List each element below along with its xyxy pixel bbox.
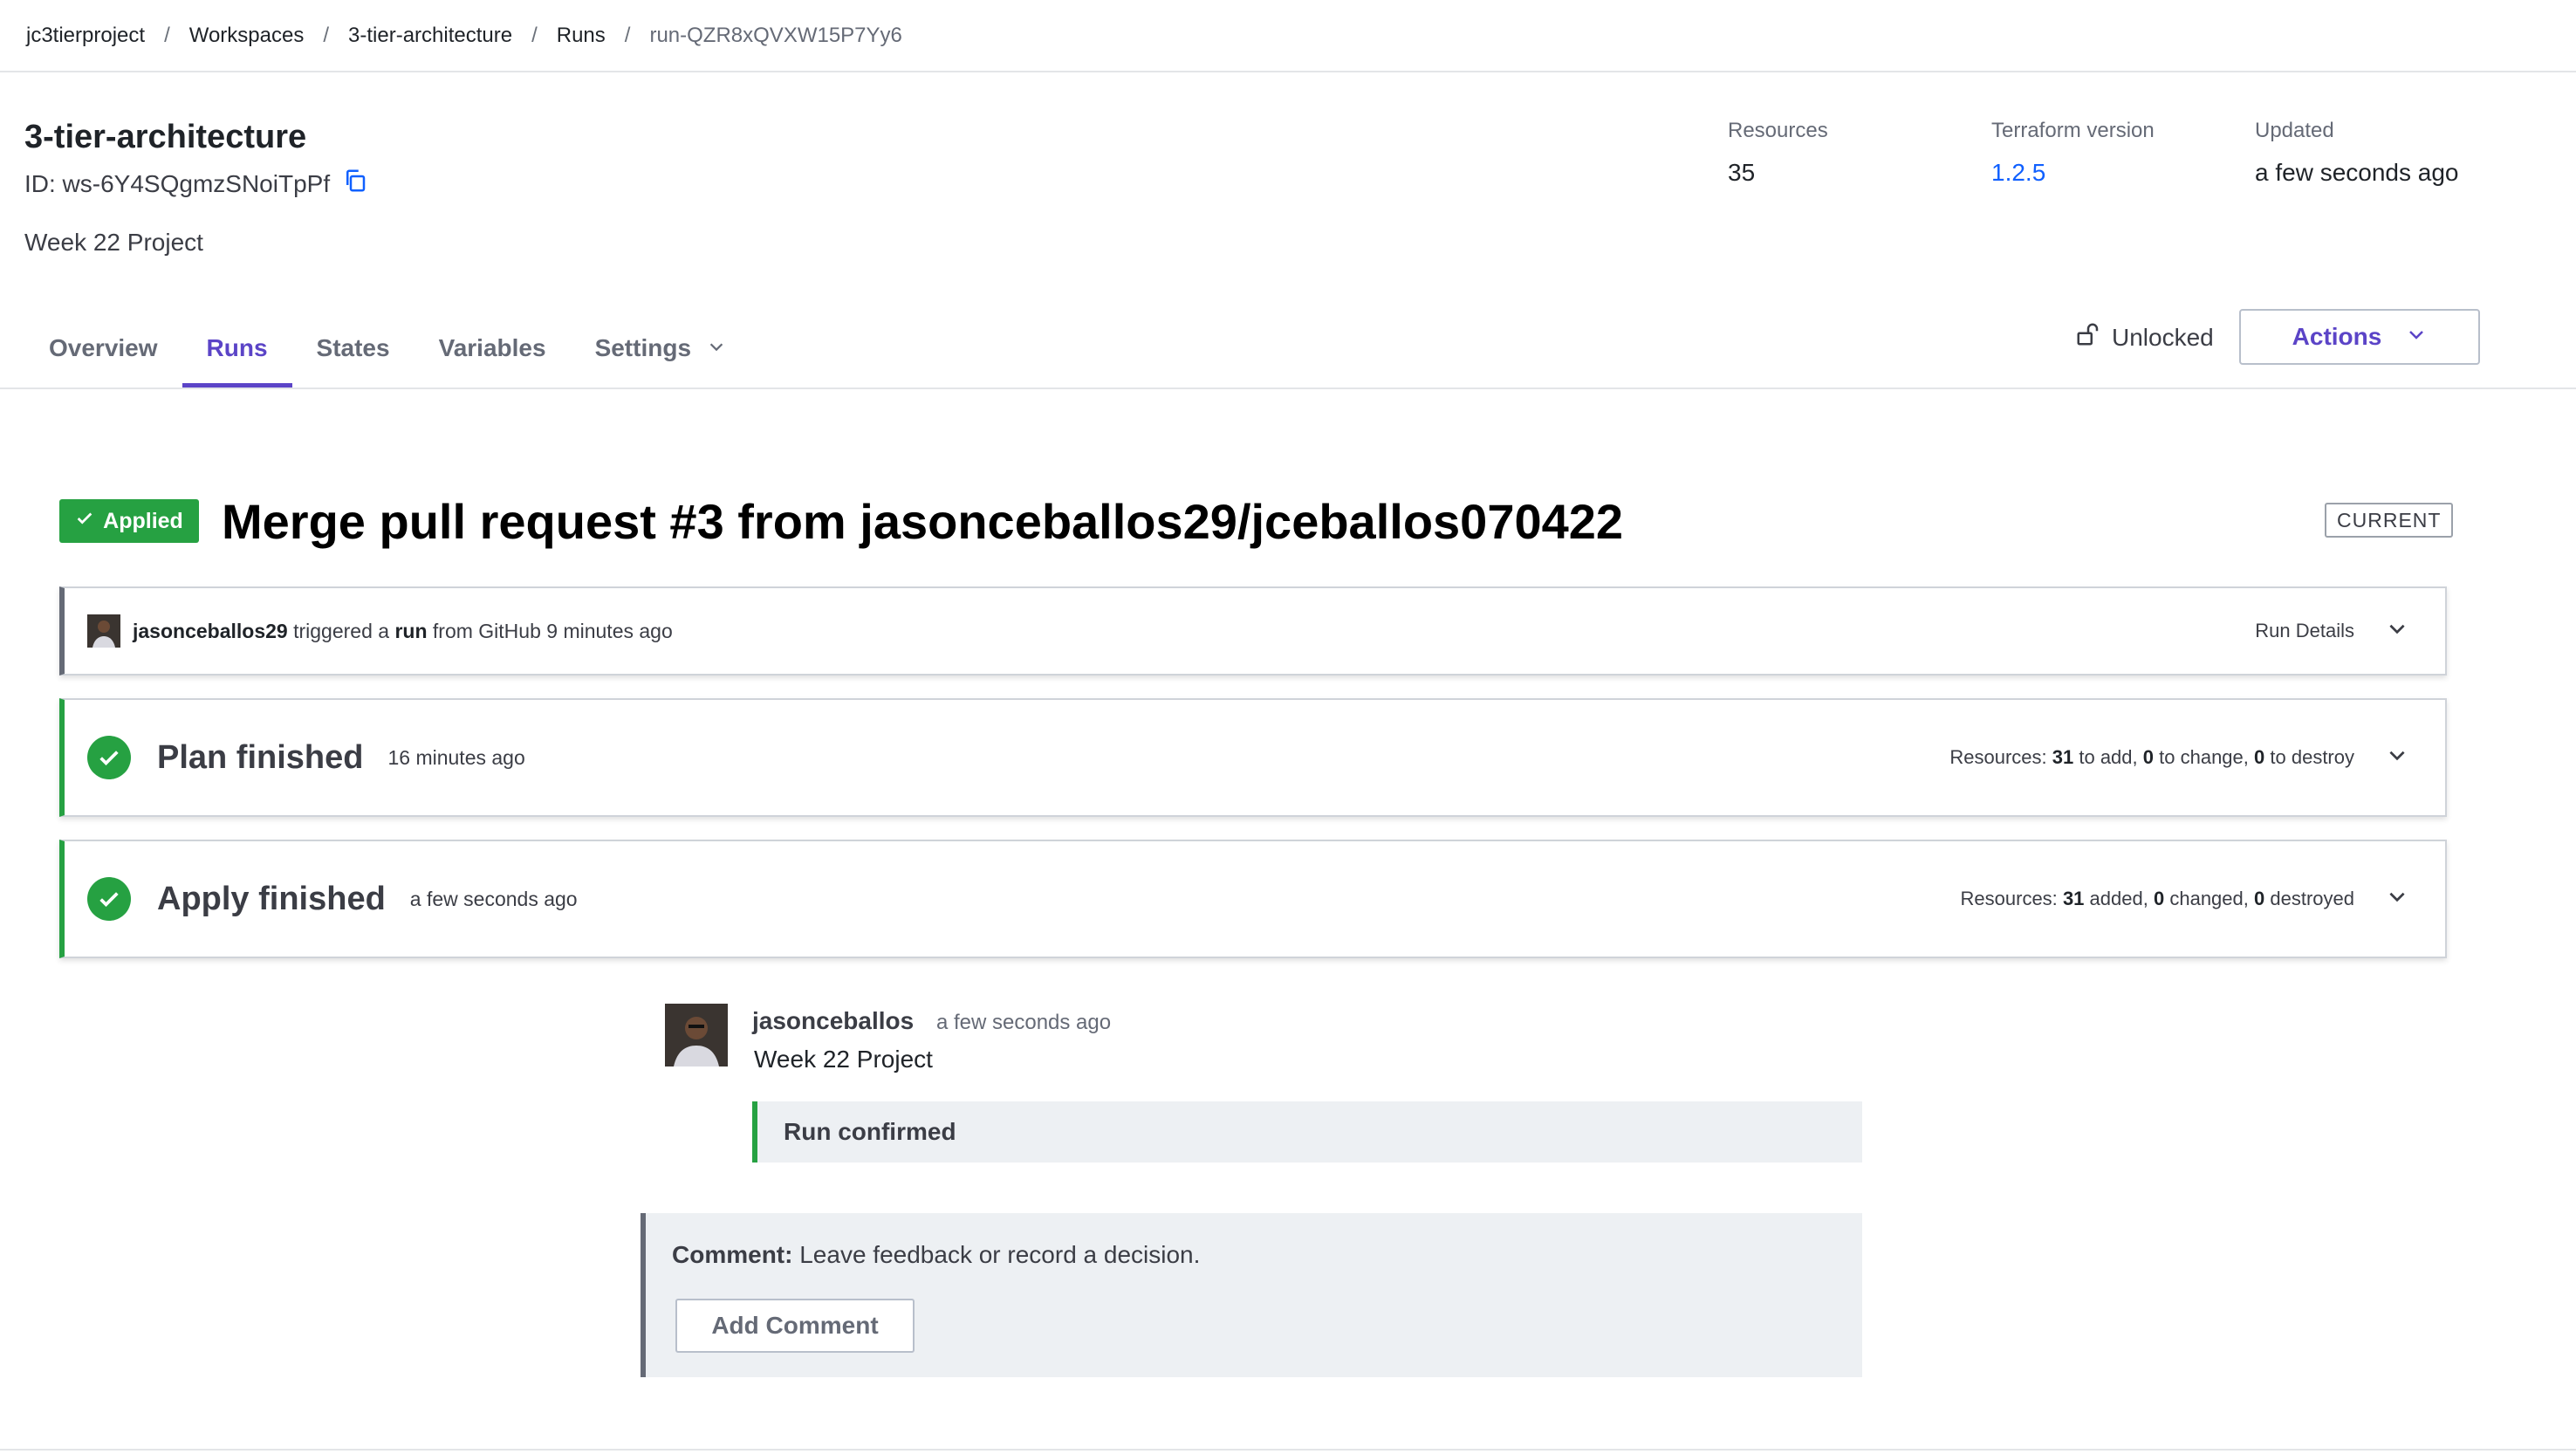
run-trigger-card[interactable]: jasonceballos29 triggered a run from Git… bbox=[59, 586, 2447, 676]
tab-states[interactable]: States bbox=[292, 312, 414, 388]
plan-destroy-text: to destroy bbox=[2270, 746, 2354, 768]
chevron-down-icon bbox=[2386, 617, 2408, 645]
plan-summary: Resources: 31 to add, 0 to change, 0 to … bbox=[1949, 700, 2408, 815]
tab-settings[interactable]: Settings bbox=[571, 312, 750, 388]
breadcrumb-separator: / bbox=[164, 23, 170, 47]
breadcrumb-separator: / bbox=[323, 23, 330, 47]
apply-card[interactable]: Apply finished a few seconds ago Resourc… bbox=[59, 840, 2447, 958]
tab-variables[interactable]: Variables bbox=[414, 312, 571, 388]
check-circle-icon bbox=[87, 736, 131, 779]
breadcrumb: jc3tierproject / Workspaces / 3-tier-arc… bbox=[0, 0, 2576, 72]
plan-add-count: 31 bbox=[2052, 746, 2074, 768]
apply-res-prefix: Resources: bbox=[1960, 888, 2058, 909]
plan-card[interactable]: Plan finished 16 minutes ago Resources: … bbox=[59, 698, 2447, 817]
apply-destroyed-text: destroyed bbox=[2270, 888, 2354, 909]
comment-time: a few seconds ago bbox=[935, 1011, 1112, 1034]
actions-button[interactable]: Actions bbox=[2239, 309, 2480, 365]
plan-change-text: to change, bbox=[2159, 746, 2249, 768]
apply-time: a few seconds ago bbox=[409, 887, 578, 910]
actions-label: Actions bbox=[2292, 323, 2382, 350]
plan-res-prefix: Resources: bbox=[1949, 746, 2047, 768]
run-details-toggle[interactable]: Run Details bbox=[2255, 588, 2408, 674]
breadcrumb-separator: / bbox=[624, 23, 631, 47]
workspace-description: Week 22 Project bbox=[24, 229, 203, 256]
meta-resources-value: 35 bbox=[1728, 159, 1756, 186]
trigger-text: jasonceballos29 triggered a run from Git… bbox=[133, 620, 673, 643]
comment-label: Comment: bbox=[672, 1241, 793, 1268]
tab-overview[interactable]: Overview bbox=[24, 312, 182, 388]
tab-overview-label: Overview bbox=[49, 333, 158, 361]
current-badge: CURRENT bbox=[2325, 503, 2454, 538]
meta-terraform-version: Terraform version 1.2.5 bbox=[1991, 119, 2155, 187]
avatar bbox=[665, 1004, 728, 1066]
comment-text: Week 22 Project bbox=[754, 1046, 933, 1073]
workspace-id-text: ID: ws-6Y4SQgmzSNoiTpPf bbox=[24, 169, 331, 197]
plan-resources: Resources: 31 to add, 0 to change, 0 to … bbox=[1949, 746, 2354, 769]
comment-author-name: jasonceballos bbox=[752, 1007, 915, 1034]
trigger-user[interactable]: jasonceballos29 bbox=[133, 620, 288, 642]
meta-terraform-value[interactable]: 1.2.5 bbox=[1991, 159, 2155, 187]
workspace-id: ID: ws-6Y4SQgmzSNoiTpPf bbox=[24, 168, 368, 200]
status-badge-label: Applied bbox=[103, 508, 183, 533]
meta-updated-label: Updated bbox=[2255, 119, 2334, 142]
tab-variables-label: Variables bbox=[438, 333, 546, 361]
run-confirmed-banner: Run confirmed bbox=[752, 1101, 1862, 1163]
apply-resources: Resources: 31 added, 0 changed, 0 destro… bbox=[1961, 888, 2354, 910]
comment-author: jasonceballos a few seconds ago bbox=[752, 1007, 1111, 1035]
breadcrumb-org[interactable]: jc3tierproject bbox=[26, 24, 145, 48]
unlock-icon bbox=[2075, 321, 2101, 353]
check-icon bbox=[75, 509, 94, 534]
trigger-text-1: triggered a bbox=[293, 619, 390, 642]
apply-added-text: added, bbox=[2089, 888, 2148, 909]
new-comment-box: Comment: Leave feedback or record a deci… bbox=[641, 1213, 1862, 1377]
add-comment-button[interactable]: Add Comment bbox=[675, 1299, 915, 1353]
plan-add-text: to add, bbox=[2079, 746, 2138, 768]
breadcrumb-run-id: run-QZR8xQVXW15P7Yy6 bbox=[649, 23, 902, 47]
tab-states-label: States bbox=[316, 333, 390, 361]
chevron-down-icon[interactable] bbox=[2386, 885, 2408, 913]
apply-title: Apply finished bbox=[157, 880, 386, 917]
tab-runs-label: Runs bbox=[206, 333, 268, 361]
lock-status[interactable]: Unlocked bbox=[2075, 321, 2214, 353]
tab-settings-label: Settings bbox=[594, 333, 692, 361]
breadcrumb-runs[interactable]: Runs bbox=[557, 24, 606, 48]
breadcrumb-workspaces[interactable]: Workspaces bbox=[189, 24, 305, 48]
meta-updated: Updated a few seconds ago bbox=[2255, 119, 2459, 187]
run-heading: Applied Merge pull request #3 from jason… bbox=[59, 489, 2454, 559]
divider bbox=[0, 1449, 2576, 1451]
apply-changed-count: 0 bbox=[2153, 888, 2165, 909]
chevron-down-icon bbox=[707, 334, 726, 362]
plan-title: Plan finished bbox=[157, 738, 364, 776]
copy-icon[interactable] bbox=[342, 168, 368, 200]
lock-status-label: Unlocked bbox=[2112, 323, 2214, 351]
apply-added-count: 31 bbox=[2062, 888, 2085, 909]
trigger-text-2: from GitHub 9 minutes ago bbox=[432, 619, 673, 642]
apply-summary: Resources: 31 added, 0 changed, 0 destro… bbox=[1961, 841, 2408, 957]
chevron-down-icon[interactable] bbox=[2386, 744, 2408, 772]
breadcrumb-separator: / bbox=[531, 23, 538, 47]
meta-resources-label: Resources bbox=[1728, 119, 1828, 142]
meta-resources: Resources 35 bbox=[1728, 119, 1828, 187]
apply-destroyed-count: 0 bbox=[2254, 888, 2265, 909]
plan-time: 16 minutes ago bbox=[387, 745, 525, 769]
avatar bbox=[87, 614, 120, 648]
meta-updated-value: a few seconds ago bbox=[2255, 159, 2459, 186]
workspace-title: 3-tier-architecture bbox=[24, 119, 307, 155]
breadcrumb-workspace[interactable]: 3-tier-architecture bbox=[348, 24, 512, 48]
apply-changed-text: changed, bbox=[2169, 888, 2249, 909]
run-details-label: Run Details bbox=[2255, 620, 2354, 641]
status-badge: Applied bbox=[59, 499, 199, 543]
chevron-down-icon bbox=[2406, 323, 2427, 351]
trigger-run-word: run bbox=[394, 619, 428, 642]
run-title: Merge pull request #3 from jasonceballos… bbox=[222, 494, 1624, 549]
meta-terraform-label: Terraform version bbox=[1991, 119, 2155, 142]
comment-placeholder: Leave feedback or record a decision. bbox=[799, 1241, 1201, 1268]
check-circle-icon bbox=[87, 877, 131, 921]
plan-change-count: 0 bbox=[2142, 746, 2155, 768]
workspace-tabs: Overview Runs States Variables Settings bbox=[24, 312, 750, 388]
comment-prompt[interactable]: Comment: Leave feedback or record a deci… bbox=[672, 1241, 1200, 1269]
plan-destroy-count: 0 bbox=[2254, 746, 2265, 768]
tab-runs[interactable]: Runs bbox=[182, 312, 292, 388]
